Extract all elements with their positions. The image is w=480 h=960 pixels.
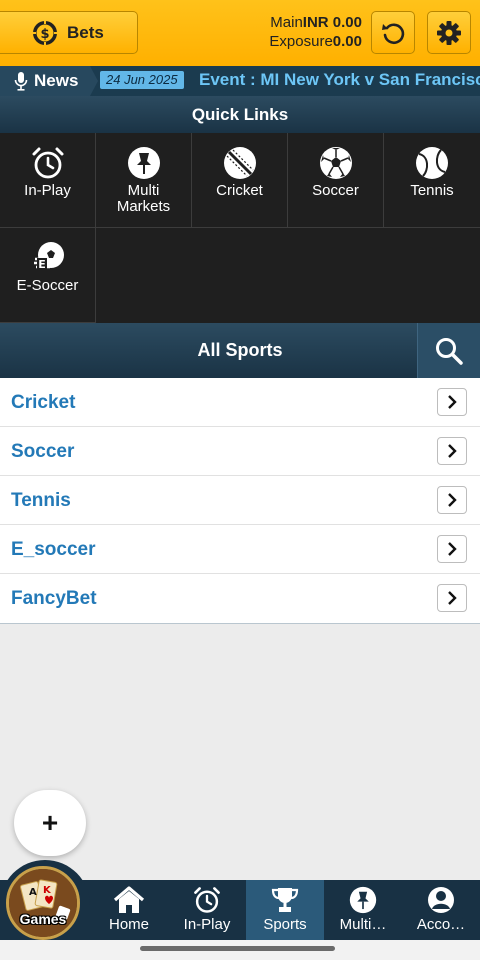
coin-icon: $ bbox=[33, 20, 57, 45]
trophy-icon bbox=[271, 888, 299, 912]
exposure-balance: Exposure0.00 bbox=[269, 33, 362, 50]
chevron-right-icon[interactable] bbox=[437, 388, 467, 416]
main-balance: MainINR 0.00 bbox=[270, 14, 362, 31]
sport-row-cricket[interactable]: Cricket bbox=[0, 378, 480, 427]
news-date: 24 Jun 2025 bbox=[100, 71, 184, 89]
user-icon bbox=[428, 887, 454, 913]
quick-link-e-soccer[interactable]: E E-Soccer bbox=[0, 228, 96, 323]
quick-link-in-play[interactable]: In-Play bbox=[0, 133, 96, 228]
nav-in-play[interactable]: In-Play bbox=[168, 880, 246, 940]
alarm-clock-icon bbox=[194, 887, 220, 913]
e-soccer-icon: E bbox=[33, 242, 64, 271]
news-headline[interactable]: Event : MI New York v San Francisc bbox=[199, 70, 480, 90]
nav-home[interactable]: Home bbox=[90, 880, 168, 940]
gear-icon bbox=[437, 20, 461, 45]
bets-button[interactable]: $ Bets bbox=[0, 11, 138, 54]
refresh-button[interactable] bbox=[371, 11, 415, 54]
news-label: News bbox=[0, 66, 98, 96]
games-button[interactable]: A K Games bbox=[6, 866, 80, 940]
chevron-right-icon[interactable] bbox=[437, 535, 467, 563]
sport-row-soccer[interactable]: Soccer bbox=[0, 427, 480, 476]
search-button[interactable] bbox=[417, 323, 480, 378]
pushpin-icon bbox=[349, 886, 377, 914]
svg-text:E: E bbox=[38, 258, 46, 271]
chevron-right-icon[interactable] bbox=[437, 437, 467, 465]
svg-text:$: $ bbox=[40, 27, 49, 42]
exposure-value: 0.00 bbox=[332, 33, 362, 50]
quick-links-grid: In-Play Multi Markets Cricket Soccer Ten… bbox=[0, 133, 480, 323]
quick-link-soccer[interactable]: Soccer bbox=[288, 133, 384, 228]
sport-name: E_soccer bbox=[11, 539, 96, 560]
sport-name: Cricket bbox=[11, 392, 76, 413]
add-button[interactable]: + bbox=[14, 790, 86, 856]
svg-text:A: A bbox=[29, 887, 37, 898]
sport-name: FancyBet bbox=[11, 588, 97, 609]
pushpin-icon bbox=[127, 147, 160, 179]
balance-info: MainINR 0.00 Exposure0.00 bbox=[269, 13, 362, 51]
soccer-ball-icon bbox=[319, 147, 352, 179]
sport-row-e-soccer[interactable]: E_soccer bbox=[0, 525, 480, 574]
news-ticker[interactable]: News 24 Jun 2025 Event : MI New York v S… bbox=[0, 66, 480, 96]
quick-link-tennis[interactable]: Tennis bbox=[384, 133, 480, 228]
alarm-clock-icon bbox=[32, 147, 63, 179]
sport-row-tennis[interactable]: Tennis bbox=[0, 476, 480, 525]
search-icon bbox=[436, 337, 463, 365]
microphone-icon bbox=[14, 72, 28, 91]
sports-list: Cricket Soccer Tennis E_soccer FancyBet bbox=[0, 378, 480, 624]
nav-sports[interactable]: Sports bbox=[246, 880, 324, 940]
cricket-ball-icon bbox=[223, 147, 256, 179]
home-icon bbox=[113, 886, 145, 913]
settings-button[interactable] bbox=[427, 11, 471, 54]
top-bar: $ Bets MainINR 0.00 Exposure0.00 bbox=[0, 0, 480, 66]
refresh-icon bbox=[382, 22, 405, 44]
quick-link-cricket[interactable]: Cricket bbox=[192, 133, 288, 228]
main-balance-value: INR 0.00 bbox=[302, 14, 362, 31]
nav-multi-markets[interactable]: Multi… bbox=[324, 880, 402, 940]
svg-text:K: K bbox=[43, 885, 52, 896]
quick-link-multi-markets[interactable]: Multi Markets bbox=[96, 133, 192, 228]
bets-label: Bets bbox=[67, 22, 104, 42]
chevron-right-icon[interactable] bbox=[437, 584, 467, 612]
tennis-ball-icon bbox=[416, 147, 448, 179]
sport-name: Tennis bbox=[11, 490, 71, 511]
sport-name: Soccer bbox=[11, 441, 75, 462]
chevron-right-icon[interactable] bbox=[437, 486, 467, 514]
all-sports-title: All Sports bbox=[197, 340, 283, 360]
all-sports-header: All Sports bbox=[0, 323, 480, 378]
home-indicator[interactable] bbox=[140, 946, 335, 951]
sport-row-fancybet[interactable]: FancyBet bbox=[0, 574, 480, 623]
nav-account[interactable]: Acco… bbox=[402, 880, 480, 940]
games-label: Games bbox=[19, 911, 67, 927]
quick-links-header: Quick Links bbox=[0, 96, 480, 133]
